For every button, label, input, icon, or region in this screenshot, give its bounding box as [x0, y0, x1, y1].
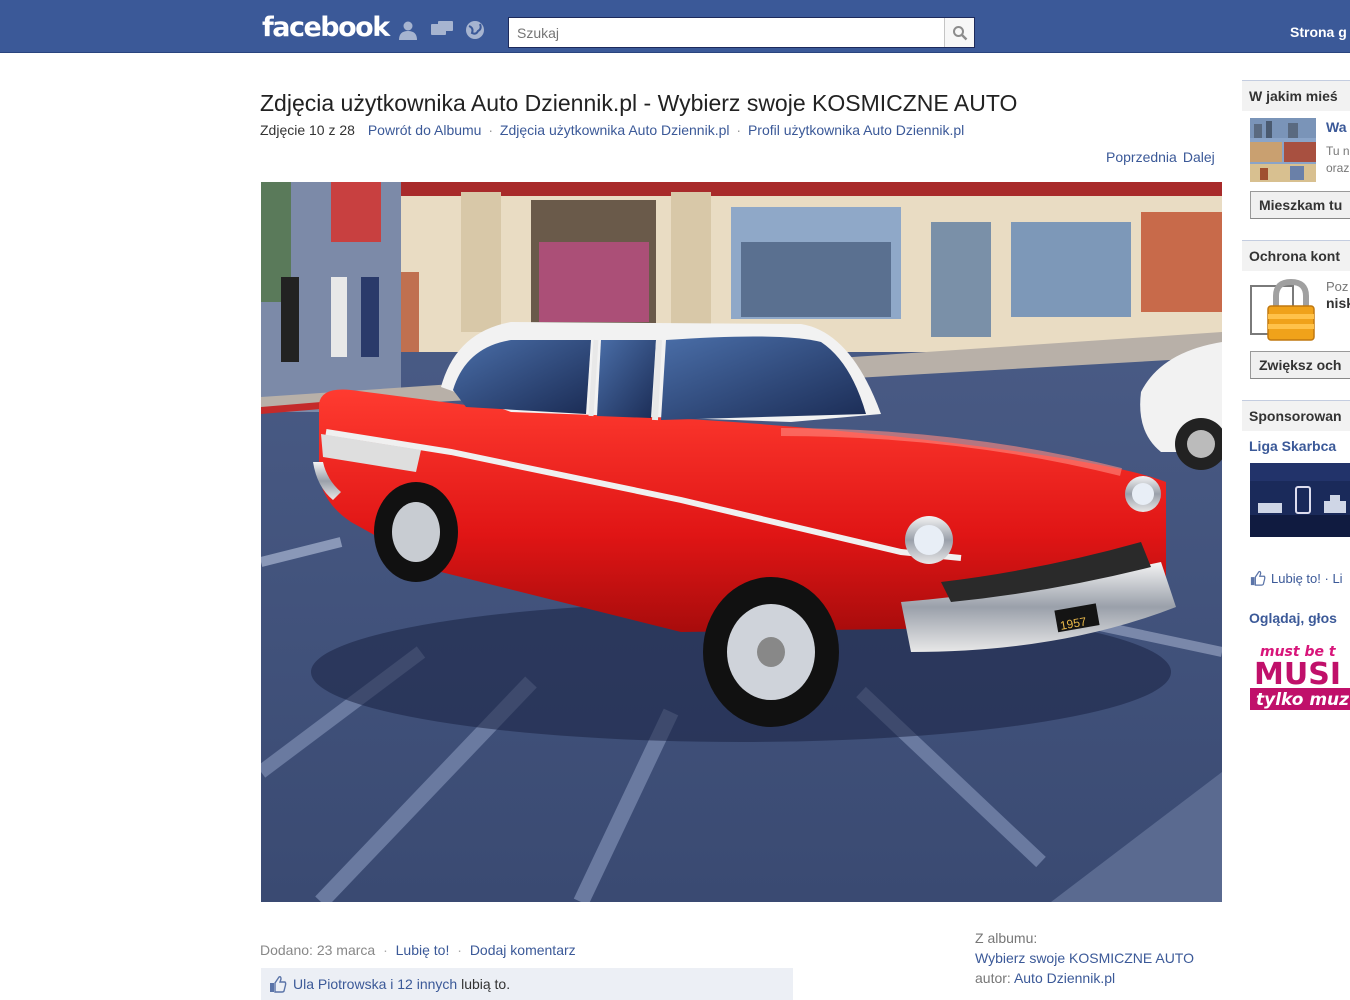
- ad-music-banner[interactable]: must be t MUSI tylko muz: [1250, 640, 1350, 716]
- album-label: Z albumu:: [975, 930, 1038, 946]
- search-box: [508, 17, 975, 48]
- photo-actions: Dodano: 23 marca · Lubię to! · Dodaj kom…: [260, 942, 576, 958]
- ad-thumbs-up-icon: [1250, 570, 1266, 586]
- user-photos-link[interactable]: Zdjęcia użytkownika Auto Dziennik.pl: [500, 122, 730, 138]
- sponsored-heading: Sponsorowan: [1242, 400, 1350, 431]
- ad-like-label[interactable]: Lubię to!: [1271, 571, 1321, 586]
- user-profile-link[interactable]: Profil użytkownika Auto Dziennik.pl: [748, 122, 964, 138]
- next-photo-link[interactable]: Dalej: [1183, 149, 1215, 165]
- album-name-link[interactable]: Wybierz swoje KOSMICZNE AUTO: [975, 948, 1194, 968]
- back-to-album-link[interactable]: Powrót do Albumu: [368, 122, 482, 138]
- increase-security-button[interactable]: Zwiększ och: [1250, 351, 1350, 379]
- live-here-button[interactable]: Mieszkam tu: [1250, 191, 1350, 219]
- likes-box: Ula Piotrowska i 12 innych lubią to.: [261, 968, 793, 1000]
- ad-music-title[interactable]: Oglądaj, głos: [1249, 610, 1337, 626]
- thumbs-up-icon: [270, 976, 287, 993]
- messages-icon[interactable]: [430, 20, 454, 40]
- notifications-globe-icon[interactable]: [463, 20, 487, 40]
- right-sidebar: W jakim mieś Wa Tu n oraz Mieszkam tu Oc…: [1242, 80, 1350, 1000]
- added-date: Dodano: 23 marca: [260, 942, 376, 958]
- ad-banner-bottom-text: tylko muz: [1256, 690, 1349, 710]
- lock-icon: [1250, 278, 1315, 341]
- likers-link[interactable]: Ula Piotrowska i 12 innych: [293, 976, 457, 992]
- search-icon: [952, 25, 967, 40]
- security-heading: Ochrona kont: [1242, 240, 1350, 271]
- separator: ·: [736, 122, 742, 138]
- main-photo[interactable]: 1957: [261, 182, 1222, 902]
- author-label: autor:: [975, 970, 1011, 986]
- top-bar: facebook Strona g: [0, 0, 1350, 53]
- separator: ·: [383, 942, 388, 958]
- ad-banner-main-text: MUSI: [1254, 657, 1341, 692]
- page-title: Zdjęcia użytkownika Auto Dziennik.pl - W…: [260, 90, 1018, 116]
- add-comment-link[interactable]: Dodaj komentarz: [470, 942, 576, 958]
- like-link[interactable]: Lubię to!: [396, 942, 450, 958]
- location-text-2: oraz: [1326, 161, 1350, 175]
- friend-requests-icon[interactable]: [396, 20, 420, 40]
- ad-like-more: Li: [1332, 571, 1343, 586]
- security-text-1: Poz: [1326, 279, 1349, 294]
- previous-photo-link[interactable]: Poprzednia: [1106, 149, 1177, 165]
- location-text-1: Tu n: [1326, 144, 1350, 158]
- likes-suffix: lubią to.: [461, 976, 511, 992]
- city-thumbnail[interactable]: [1250, 118, 1316, 182]
- breadcrumb: Zdjęcie 10 z 28 Powrót do Albumu · Zdjęc…: [260, 122, 964, 138]
- separator: ·: [457, 942, 462, 958]
- ad-like-link[interactable]: Lubię to! · Li: [1271, 571, 1343, 586]
- facebook-logo[interactable]: facebook: [262, 12, 390, 43]
- security-text-2: nisk: [1326, 295, 1350, 311]
- photo-pager: Poprzednia Dalej: [1106, 149, 1215, 165]
- album-info: Z albumu: Wybierz swoje KOSMICZNE AUTO a…: [975, 928, 1194, 988]
- car-photo-illustration: 1957: [261, 182, 1222, 902]
- search-button[interactable]: [944, 18, 974, 47]
- location-suggestion-link[interactable]: Wa: [1326, 119, 1346, 135]
- home-link[interactable]: Strona g: [1290, 24, 1347, 40]
- ad-liga-skarbca-title[interactable]: Liga Skarbca: [1249, 438, 1336, 454]
- location-heading: W jakim mieś: [1242, 80, 1350, 111]
- ad-liga-skarbca-image[interactable]: [1250, 463, 1350, 537]
- search-input[interactable]: [509, 18, 945, 47]
- separator: ·: [488, 122, 494, 138]
- photo-counter: Zdjęcie 10 z 28: [260, 122, 355, 138]
- album-author-link[interactable]: Auto Dziennik.pl: [1014, 970, 1115, 986]
